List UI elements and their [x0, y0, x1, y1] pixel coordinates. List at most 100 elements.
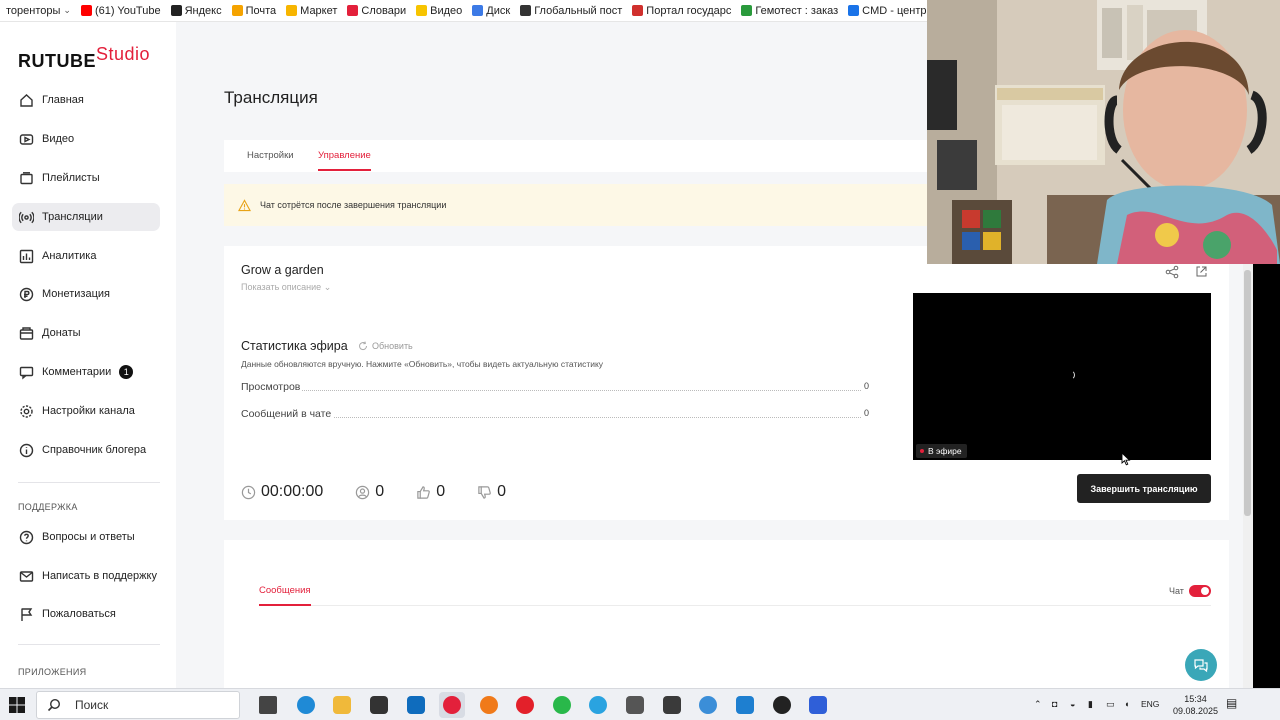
bookmark-item[interactable]: торенторы ⌄: [6, 5, 71, 17]
messages-card: [224, 540, 1229, 688]
sidebar-item[interactable]: Справочник блогера: [12, 436, 160, 464]
dislikes-value: 0: [497, 483, 506, 500]
thumbs-down-icon: [478, 485, 491, 499]
bookmark-favicon-icon: [80, 5, 92, 16]
sidebar-item[interactable]: Пожаловаться: [12, 600, 160, 628]
bookmark-favicon-icon: [231, 5, 243, 16]
bookmark-label: торенторы: [6, 4, 61, 17]
tray-app-icon[interactable]: ◒: [1070, 699, 1075, 709]
share-icon[interactable]: [1165, 265, 1179, 279]
broadcast-icon: [19, 210, 34, 225]
bookmark-item[interactable]: Глобальный пост: [520, 5, 622, 17]
task-view-icon[interactable]: [259, 696, 277, 714]
bookmark-item[interactable]: Словари: [347, 5, 406, 17]
bookmark-item[interactable]: Портал государс: [632, 5, 731, 17]
bookmark-label: (61) YouTube: [94, 4, 161, 17]
loading-spinner-icon: [1065, 370, 1075, 380]
sidebar-item[interactable]: Видео: [12, 125, 160, 153]
rutube-studio-logo[interactable]: RUTUBEStudio: [18, 44, 150, 72]
taskbar-search-input[interactable]: Поиск: [36, 691, 240, 719]
show-description-toggle[interactable]: Показать описание ⌄: [241, 282, 331, 293]
bookmark-item[interactable]: Видео: [416, 5, 462, 17]
language-indicator[interactable]: ENG: [1141, 699, 1159, 709]
app-icon[interactable]: [809, 696, 827, 714]
end-broadcast-button[interactable]: Завершить трансляцию: [1077, 474, 1211, 503]
thumbs-up-icon: [417, 485, 431, 499]
bookmark-favicon-icon: [520, 5, 532, 16]
network-icon[interactable]: ▭: [1106, 699, 1115, 710]
sidebar-item[interactable]: Плейлисты: [12, 164, 160, 192]
stream-preview-player[interactable]: [913, 293, 1211, 460]
obs-icon[interactable]: [773, 696, 791, 714]
bookmark-item[interactable]: Маркет: [286, 5, 337, 17]
tab-management[interactable]: Управление: [318, 150, 371, 161]
tab-messages[interactable]: Сообщения: [259, 585, 311, 596]
edge-browser-icon[interactable]: [297, 696, 315, 714]
taskbar-search-placeholder: Поиск: [75, 698, 109, 712]
telegram-icon[interactable]: [589, 696, 607, 714]
sidebar-item[interactable]: Вопросы и ответы: [12, 523, 160, 551]
live-metrics: 00:00:00 0 0 0: [241, 482, 538, 502]
yandex-browser-icon[interactable]: [443, 696, 461, 714]
bookmark-item[interactable]: Почта: [231, 5, 276, 17]
app-icon[interactable]: [663, 696, 681, 714]
mouse-cursor-icon: [1121, 452, 1131, 466]
calendar-app-icon[interactable]: [626, 696, 644, 714]
bookmark-item[interactable]: Яндекс: [170, 5, 222, 17]
tabs-bar: Настройки Управление: [224, 140, 944, 172]
bookmark-item[interactable]: Диск: [472, 5, 510, 17]
info-icon: [19, 443, 34, 458]
sidebar-item[interactable]: Аналитика: [12, 242, 160, 270]
stat-row-views: Просмотров 0: [241, 381, 869, 395]
bookmark-favicon-icon: [632, 5, 644, 16]
outlook-icon[interactable]: [407, 696, 425, 714]
sidebar-item-label: Плейлисты: [42, 172, 100, 184]
sidebar-item-label: Комментарии: [42, 366, 112, 378]
open-external-icon[interactable]: [1195, 265, 1208, 278]
opera-icon[interactable]: [516, 696, 534, 714]
tray-app-icon[interactable]: ◘: [1052, 699, 1057, 709]
notifications-icon[interactable]: ▤: [1226, 696, 1237, 710]
store-icon[interactable]: [370, 696, 388, 714]
firefox-icon[interactable]: [480, 696, 498, 714]
volume-icon[interactable]: ◖: [1124, 699, 1129, 709]
analytics-icon: [19, 249, 34, 264]
app-icon[interactable]: [736, 696, 754, 714]
sidebar-item[interactable]: Настройки канала: [12, 397, 160, 425]
bookmark-item[interactable]: (61) YouTube: [80, 4, 161, 17]
sidebar-item[interactable]: Трансляции: [12, 203, 160, 231]
file-explorer-icon[interactable]: [333, 696, 351, 714]
webcam-picture: [927, 0, 1280, 264]
support-chat-button[interactable]: [1185, 649, 1217, 681]
dotted-leader: [241, 390, 869, 391]
sidebar-item[interactable]: Главная: [12, 86, 160, 114]
bookmark-label: Видео: [430, 4, 463, 17]
clock[interactable]: 15:34 09.08.2025: [1173, 693, 1218, 717]
bookmark-item[interactable]: Гемотест : заказ: [741, 5, 838, 17]
home-icon: [19, 93, 34, 108]
tab-settings[interactable]: Настройки: [247, 150, 294, 161]
refresh-label: Обновить: [372, 341, 413, 351]
bookmark-favicon-icon: [416, 5, 428, 16]
sidebar-item[interactable]: Монетизация: [12, 280, 160, 308]
bookmark-favicon-icon: [472, 5, 484, 16]
sidebar-item-label: Аналитика: [42, 250, 97, 262]
sidebar-item[interactable]: Комментарии 1: [12, 358, 160, 386]
scrollbar[interactable]: [1244, 270, 1251, 516]
refresh-button[interactable]: Обновить: [358, 341, 413, 351]
sidebar-item[interactable]: Написать в поддержку: [12, 562, 160, 590]
windows-start-icon[interactable]: [9, 697, 25, 713]
sidebar-item-label: Пожаловаться: [42, 608, 116, 620]
duration-value: 00:00:00: [261, 483, 324, 500]
bookmark-favicon-icon: [848, 5, 860, 16]
chat-toggle[interactable]: [1189, 585, 1211, 597]
viewers-icon: [356, 485, 370, 499]
viewers-value: 0: [375, 483, 385, 500]
vscode-icon[interactable]: [699, 696, 717, 714]
microphone-icon[interactable]: ▮: [1088, 699, 1093, 710]
tray-expand-icon[interactable]: ⌃: [1034, 699, 1042, 710]
sidebar-divider: [18, 644, 160, 645]
sidebar-item[interactable]: Донаты: [12, 319, 160, 347]
whatsapp-icon[interactable]: [553, 696, 571, 714]
show-description-label: Показать описание: [241, 282, 322, 292]
